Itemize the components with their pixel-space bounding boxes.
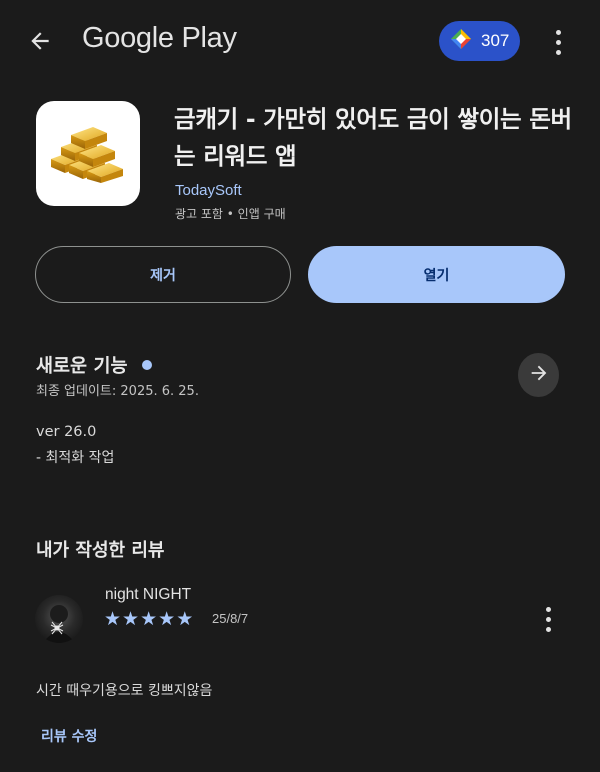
gold-bars-icon [47,121,129,187]
open-button[interactable]: 열기 [308,246,565,303]
release-note: - 최적화 작업 [36,450,115,466]
review-more-button[interactable] [536,602,560,636]
new-indicator-dot [142,360,152,370]
back-button[interactable] [22,25,58,61]
app-meta: 광고 포함 • 인앱 구매 [175,207,286,221]
edit-review-button[interactable]: 리뷰 수정 [41,726,97,746]
app-title: 금캐기 - 가만히 있어도 금이 쌓이는 돈버는 리워드 앱 [174,105,572,170]
review-rating: ★ ★ ★ ★ ★ [104,609,193,629]
app-details-page: Google Play 307 금캐기 - 가만히 있어도 금이 쌓이는 돈버는… [0,0,600,772]
version-text: ver 26.0 [36,424,97,440]
star-icon: ★ [158,608,176,630]
more-options-button[interactable] [544,24,572,60]
play-points-count: 307 [481,31,510,50]
back-arrow-icon [27,28,53,58]
review-author: night NIGHT [105,586,192,603]
my-review-heading: 내가 작성한 리뷰 [36,540,165,561]
developer-link[interactable]: TodaySoft [175,182,242,199]
star-icon: ★ [176,608,194,630]
arrow-forward-icon [528,362,550,388]
play-points-button[interactable]: 307 [439,21,520,61]
whats-new-title: 새로운 기능 [36,356,128,377]
avatar [35,595,83,643]
app-icon[interactable] [36,101,140,206]
star-icon: ★ [140,608,158,630]
star-icon: ★ [122,608,140,630]
whats-new-arrow-button[interactable] [518,353,559,397]
more-vert-icon [545,606,551,612]
review-date: 25/8/7 [212,611,249,626]
play-points-icon [450,28,472,54]
more-vert-icon [555,29,561,35]
review-text: 시간 때우기용으로 킹쁘지않음 [36,683,213,699]
star-icon: ★ [104,608,122,630]
last-updated: 최종 업데이트: 2025. 6. 25. [36,384,199,399]
uninstall-button[interactable]: 제거 [35,246,291,303]
google-play-logo: Google Play [82,22,237,54]
